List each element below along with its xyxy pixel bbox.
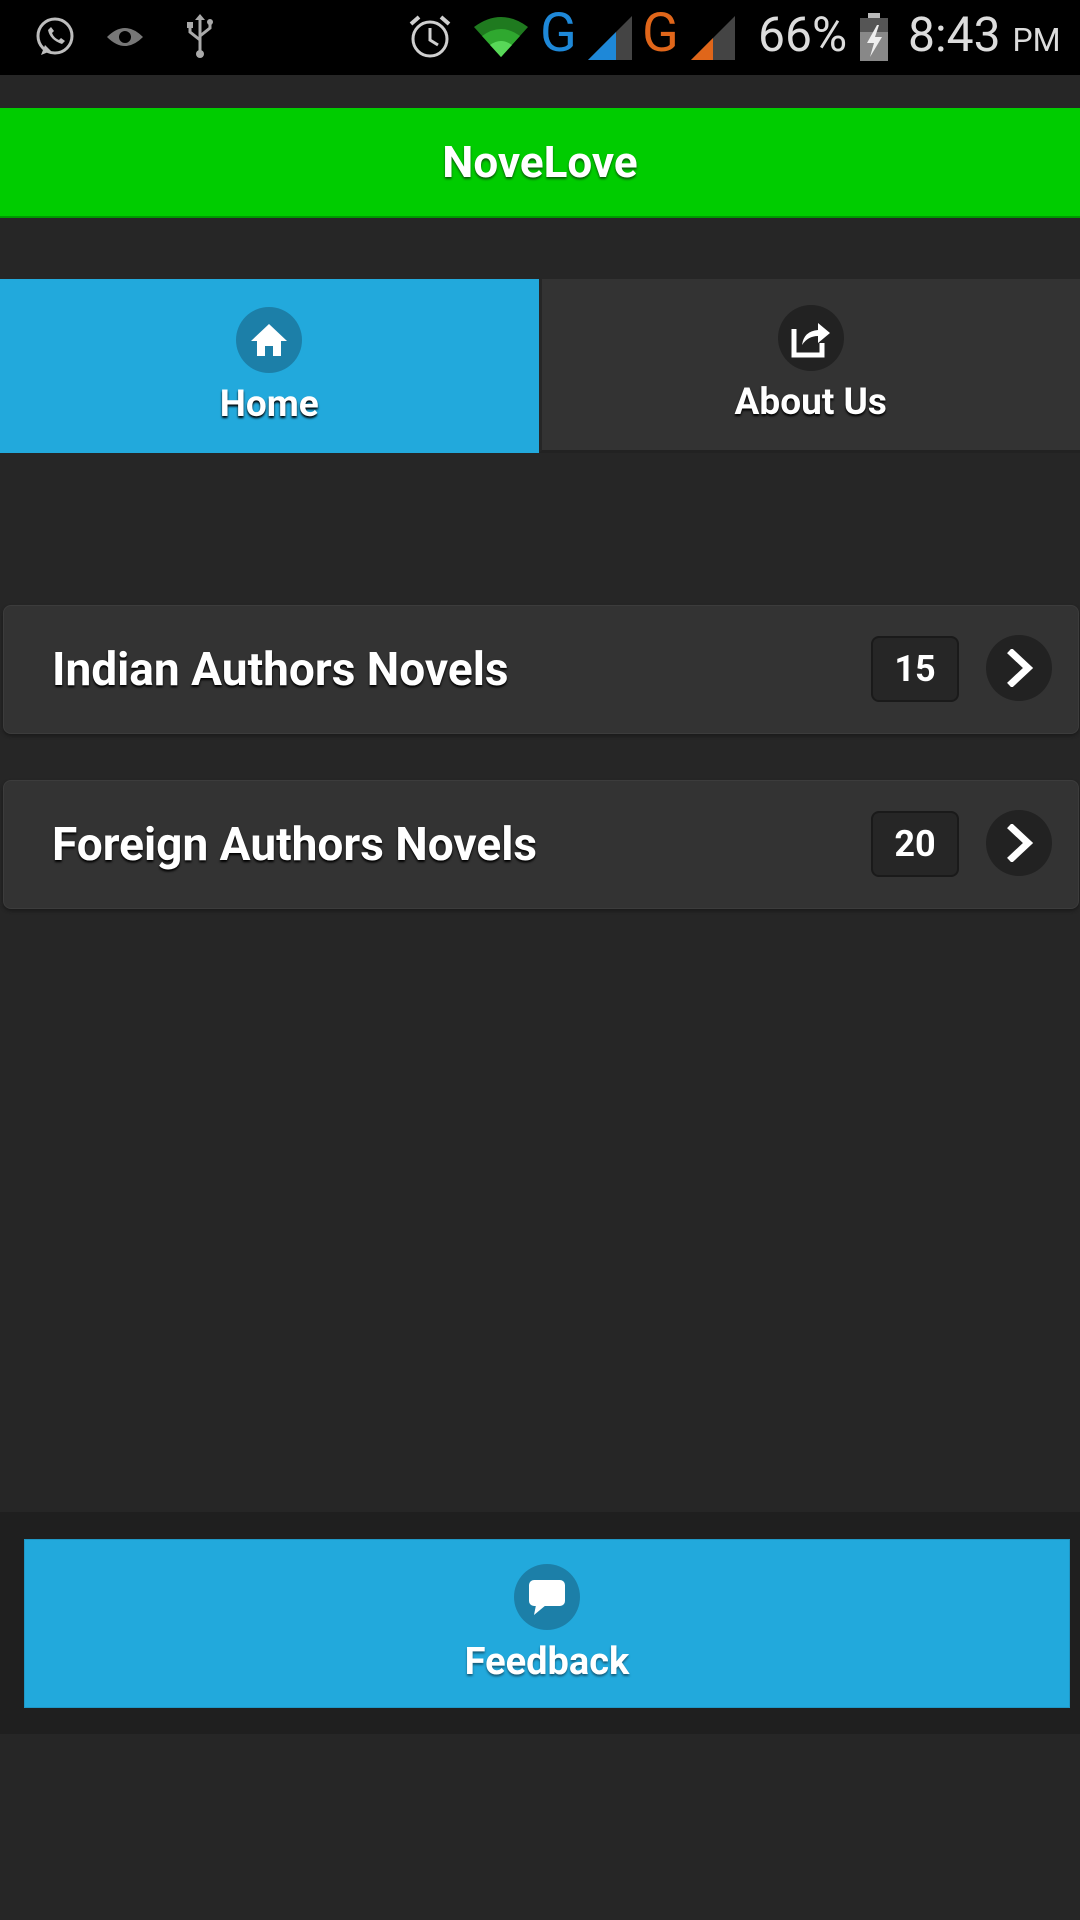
clock-ampm: PM [1012, 21, 1061, 59]
list-item-foreign-authors[interactable]: Foreign Authors Novels 20 [3, 780, 1079, 909]
feedback-button[interactable]: Feedback [24, 1539, 1070, 1708]
feedback-label: Feedback [464, 1639, 630, 1684]
signal-icon [688, 12, 738, 62]
status-bar: G G 66% 8:43 PM [0, 0, 1080, 75]
battery-charging-icon [856, 12, 892, 62]
network-type-2: G [642, 2, 679, 65]
chevron-right-icon[interactable] [986, 810, 1052, 876]
app-header: NoveLove [0, 108, 1080, 218]
tab-about-us-label: About Us [734, 381, 887, 424]
footer: Feedback [0, 1512, 1080, 1734]
wifi-icon [470, 12, 532, 62]
network-type-1: G [540, 2, 577, 65]
chat-bubble-icon [514, 1563, 580, 1630]
tab-about-us[interactable]: About Us [538, 279, 1080, 453]
clock: 8:43 PM [908, 6, 1061, 63]
list-item-indian-authors[interactable]: Indian Authors Novels 15 [3, 605, 1079, 734]
chevron-right-icon[interactable] [986, 635, 1052, 701]
tab-home[interactable]: Home [0, 279, 539, 453]
clock-time: 8:43 [908, 6, 1001, 63]
usb-icon [180, 12, 220, 62]
alarm-icon [405, 12, 455, 62]
list-item-label: Indian Authors Novels [52, 642, 509, 697]
home-icon [236, 306, 303, 373]
list-item-label: Foreign Authors Novels [52, 817, 538, 872]
eye-icon [103, 12, 147, 62]
app-title: NoveLove [442, 136, 638, 188]
tab-home-label: Home [219, 382, 319, 426]
count-badge: 15 [871, 636, 959, 702]
whatsapp-icon [30, 12, 80, 62]
battery-percent: 66% [758, 6, 848, 63]
share-icon [777, 305, 844, 371]
count-badge: 20 [871, 811, 959, 877]
nav-tabs: Home About Us [0, 279, 1080, 453]
signal-icon [585, 12, 635, 62]
